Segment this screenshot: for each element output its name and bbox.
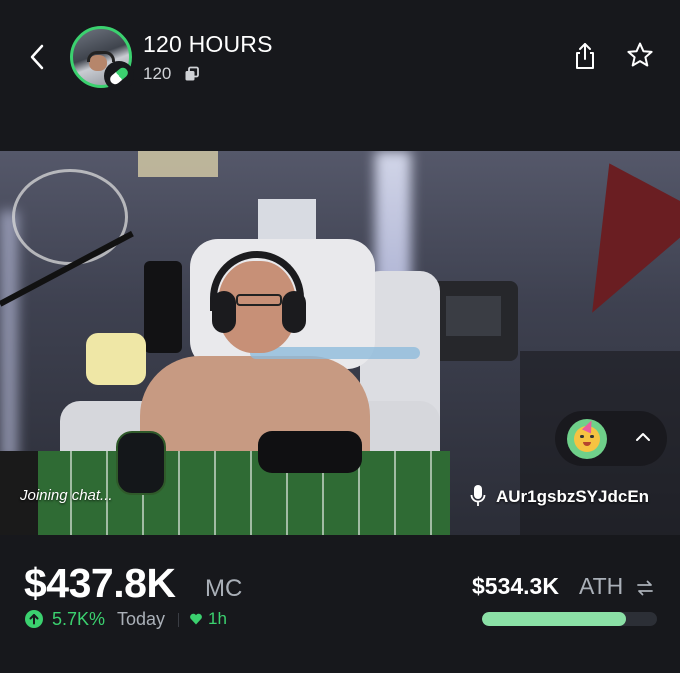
timeframe-selector[interactable]: 1h [208,609,227,629]
video-license-plate [138,151,218,177]
ath-label: ATH [579,573,624,599]
video-light-left [0,211,18,461]
back-button[interactable] [24,40,50,74]
stats-divider [178,613,179,627]
pill-badge [104,61,134,91]
ath-progress-bar [482,612,657,626]
chevron-left-icon [30,44,44,70]
heart-icon[interactable] [189,612,203,626]
host-address[interactable]: AUr1gsbzSYJdcEn [496,487,649,507]
video-monitor-screen [446,296,501,336]
party-face-emoji [574,418,600,452]
video-microphone [116,431,166,495]
video-wall-panel [258,199,316,239]
token-title: 120 HOURS [143,31,273,57]
market-cap-label: MC [205,575,243,602]
chevron-up-icon [636,433,650,441]
change-period: Today [117,609,166,629]
share-icon [576,43,594,69]
livestream-video[interactable] [0,151,680,535]
video-phone [144,261,182,353]
star-icon [627,42,653,67]
avatar-headset [87,51,115,62]
price-change: 5.7K% [52,609,106,629]
market-cap-value: $437.8K [24,560,176,606]
reaction-button[interactable] [567,418,607,459]
expand-reactions-button[interactable] [630,424,656,450]
copy-icon[interactable] [184,66,200,82]
pill-icon [108,65,130,87]
video-pennant [543,163,680,339]
video-headset-cup [212,291,236,333]
video-fuzzy-dice [86,333,146,385]
video-keypad [258,431,362,473]
share-button[interactable] [573,42,597,70]
swap-icon[interactable] [635,578,655,598]
favorite-button[interactable] [626,41,654,69]
video-helmet-decor [12,169,128,265]
arrow-up-icon [25,610,43,628]
party-hat [581,418,597,434]
microphone-icon [470,484,486,508]
ath-value: $534.3K [472,573,559,599]
ath-progress-fill [482,612,626,626]
video-headset-cup [282,291,306,333]
chat-status: Joining chat... [20,487,113,504]
token-ticker: 120 [143,64,172,83]
